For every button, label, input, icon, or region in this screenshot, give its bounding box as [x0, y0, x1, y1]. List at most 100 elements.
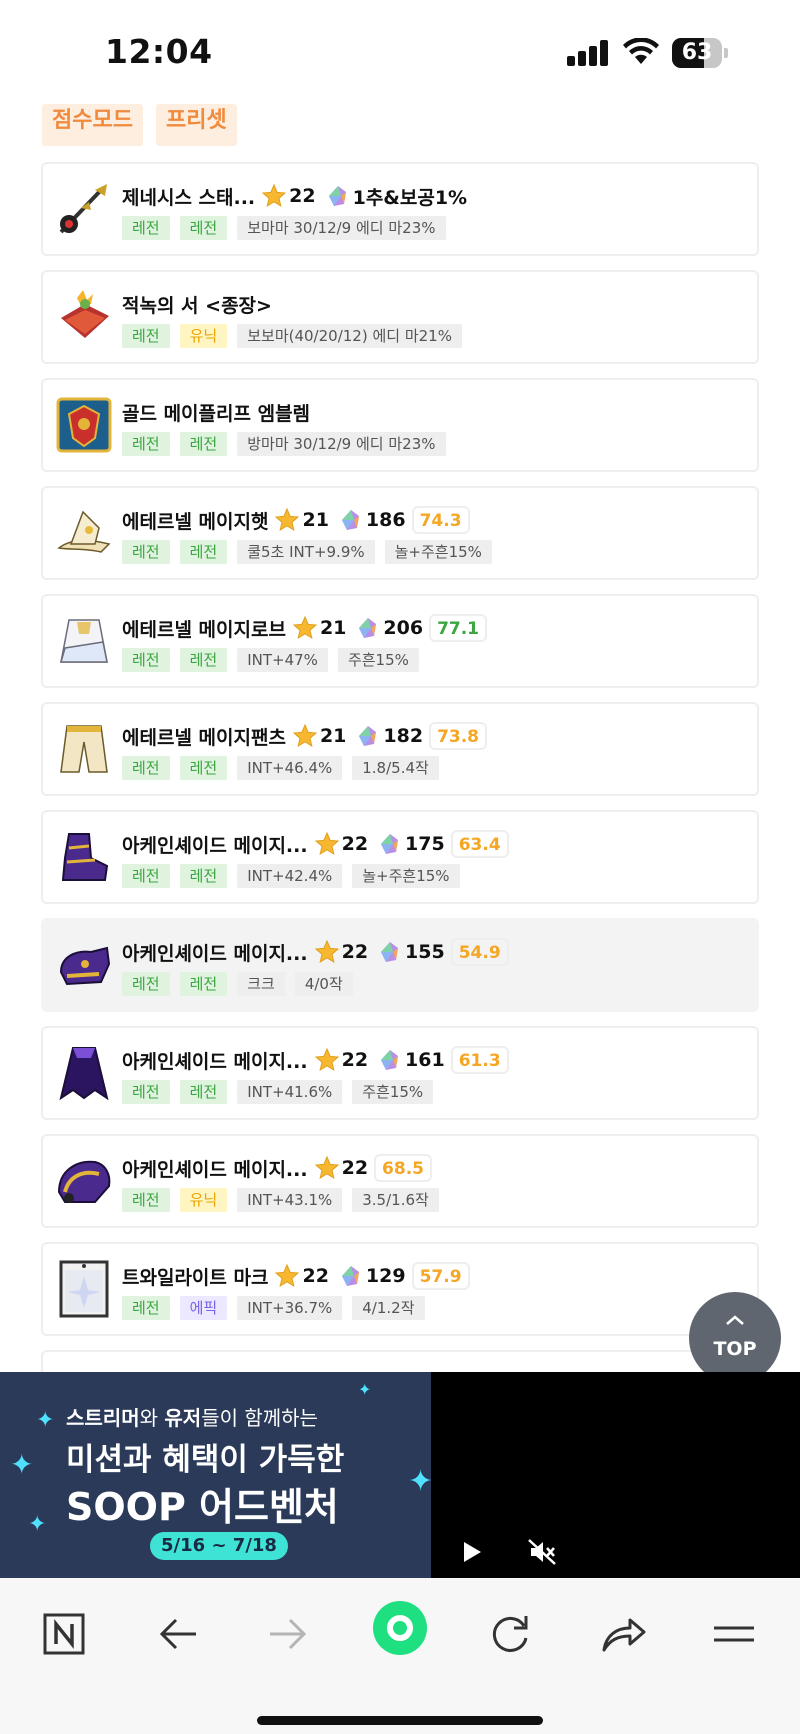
- naver-n-icon[interactable]: [34, 1604, 94, 1664]
- grade-tag-legend: 레전: [179, 432, 228, 456]
- star-icon: [314, 939, 340, 965]
- grade-tag-unique: 유닉: [179, 1188, 228, 1212]
- option-tag: 4/1.2작: [352, 1296, 425, 1320]
- option-tag: 놀+주흔15%: [384, 540, 492, 564]
- item-title-row: 에테르넬 메이지팬츠 21 182 73.8: [122, 721, 488, 751]
- item-name: 에테르넬 메이지로브: [122, 618, 286, 641]
- item-card[interactable]: 에테르넬 메이지팬츠 21 182 73.8 레전 레전 INT+46.4% 1.8/5.4작: [41, 702, 759, 796]
- potential-cube-icon: [339, 1264, 363, 1288]
- item-title-row: 에테르넬 메이지햇 21 186 74.3: [122, 505, 470, 535]
- option-tag: 주흔15%: [337, 648, 419, 672]
- star-icon: [292, 723, 318, 749]
- item-card[interactable]: 에테르넬 메이지로브 21 206 77.1 레전 레전 INT+47% 주흔15%: [41, 594, 759, 688]
- cellular-signal-icon: [567, 40, 609, 66]
- grade-tag-legend: 레전: [122, 1080, 170, 1104]
- option-tag: 크크: [237, 972, 285, 996]
- back-arrow-icon[interactable]: [148, 1604, 208, 1664]
- star-icon: [314, 1155, 340, 1181]
- item-card[interactable]: 아케인셰이드 메이지... 22 161 61.3 레전 레전 INT+41.6% 주흔15%: [41, 1026, 759, 1120]
- item-tag-row: 레전 레전 INT+41.6% 주흔15%: [122, 1080, 443, 1104]
- sparkle-icon: ✦: [36, 1408, 55, 1433]
- option-tag: 주흔15%: [352, 1080, 434, 1104]
- item-card[interactable]: 제네시스 스태... 22 1추&보공1% 레전 레전 보마마 30/12/9 에디 마2…: [41, 162, 759, 256]
- arcane-cape-icon: [55, 1044, 113, 1102]
- arcane-shoes-icon: [55, 828, 113, 886]
- star-icon: [314, 831, 340, 857]
- item-card[interactable]: 트와일라이트 마크 22 129 57.9 레전 에픽 INT+36.7% 4/1.2작: [41, 1242, 759, 1336]
- star-force-count: 22: [341, 1049, 369, 1071]
- potential-value: 182: [383, 725, 424, 747]
- green-home-icon[interactable]: [370, 1598, 430, 1658]
- grade-tag-legend: 레전: [122, 324, 170, 348]
- item-card[interactable]: 아케인셰이드 메이지... 22 175 63.4 레전 레전 INT+42.4% 놀+주흔1…: [41, 810, 759, 904]
- potential-value: 175: [405, 833, 445, 855]
- item-card[interactable]: 적녹의 서 <종장> 레전 유닉 보보마(40/20/12) 에디 마21%: [41, 270, 759, 364]
- reload-icon[interactable]: [480, 1604, 540, 1664]
- home-indicator: [257, 1716, 543, 1725]
- option-tag: 방마마 30/12/9 에디 마23%: [237, 432, 446, 456]
- option-tag: INT+41.6%: [237, 1080, 343, 1104]
- forward-arrow-icon[interactable]: [258, 1604, 318, 1664]
- score-badge: 61.3: [450, 1046, 509, 1074]
- grade-tag-legend: 레전: [179, 540, 228, 564]
- share-icon[interactable]: [592, 1604, 652, 1664]
- play-icon[interactable]: [461, 1540, 483, 1564]
- score-badge: 73.8: [429, 722, 488, 750]
- item-tag-row: 레전 레전 INT+46.4% 1.8/5.4작: [122, 756, 449, 780]
- battery-icon: 63: [672, 38, 728, 68]
- option-tag: INT+47%: [237, 648, 328, 672]
- score-badge: 74.3: [411, 506, 470, 534]
- mage-pants-icon: [55, 720, 113, 778]
- item-tag-row: 레전 유닉 INT+43.1% 3.5/1.6작: [122, 1188, 449, 1212]
- score-badge: 63.4: [450, 830, 509, 858]
- option-tag: INT+46.4%: [237, 756, 343, 780]
- option-tag: INT+43.1%: [237, 1188, 343, 1212]
- item-title-row: 트와일라이트 마크 22 129 57.9: [122, 1261, 470, 1291]
- grade-tag-legend: 레전: [122, 972, 170, 996]
- emblem-icon: [55, 396, 113, 454]
- item-card[interactable]: 아케인셰이드 메이지... 22 155 54.9 레전 레전 크크 4/0작: [41, 918, 759, 1012]
- item-name: 에테르넬 메이지햇: [122, 510, 269, 533]
- star-icon: [292, 615, 318, 641]
- grade-tag-legend: 레전: [122, 648, 170, 672]
- scroll-top-button[interactable]: TOP: [689, 1292, 781, 1384]
- menu-icon[interactable]: [704, 1604, 764, 1664]
- item-card[interactable]: 에테르넬 메이지햇 21 186 74.3 레전 레전 쿨5초 INT+9.9% 놀+주흔15…: [41, 486, 759, 580]
- grade-tag-unique: 유닉: [179, 324, 228, 348]
- item-name: 아케인셰이드 메이지...: [122, 834, 308, 857]
- ad-line3: SOOP 어드벤처: [66, 1485, 339, 1529]
- tab-preset[interactable]: 프리셋: [156, 104, 237, 146]
- potential-cube-icon: [356, 724, 380, 748]
- grade-tag-epic: 에픽: [179, 1296, 228, 1320]
- item-name: 아케인셰이드 메이지...: [122, 942, 308, 965]
- option-tag: 쿨5초 INT+9.9%: [237, 540, 375, 564]
- potential-value: 206: [383, 617, 424, 639]
- grade-tag-legend: 레전: [179, 972, 228, 996]
- grade-tag-legend: 레전: [122, 864, 170, 888]
- item-tag-row: 레전 유닉 보보마(40/20/12) 에디 마21%: [122, 324, 472, 348]
- ad-image[interactable]: ✦ ✦ ✦ ✦ ✦ 스트리머와 유저들이 함께하는 미션과 혜택이 가득한 SO…: [0, 1372, 431, 1578]
- status-bar: 12:04 63: [0, 0, 800, 100]
- battery-percent: 63: [681, 40, 713, 65]
- option-tag: 3.5/1.6작: [352, 1188, 439, 1212]
- item-title-row: 아케인셰이드 메이지... 22 68.5: [122, 1153, 432, 1183]
- item-title-row: 제네시스 스태... 22 1추&보공1%: [122, 181, 467, 211]
- ad-banner[interactable]: ✦ ✦ ✦ ✦ ✦ 스트리머와 유저들이 함께하는 미션과 혜택이 가득한 SO…: [0, 1372, 800, 1578]
- mute-icon[interactable]: [527, 1538, 557, 1566]
- item-card[interactable]: 아케인셰이드 메이지... 22 68.5 레전 유닉 INT+43.1% 3.5/1.6작: [41, 1134, 759, 1228]
- tab-score-mode[interactable]: 점수모드: [42, 104, 143, 146]
- star-force-count: 22: [341, 833, 369, 855]
- item-name: 아케인셰이드 메이지...: [122, 1050, 308, 1073]
- item-card[interactable]: 골드 메이플리프 엠블렘 레전 레전 방마마 30/12/9 에디 마23%: [41, 378, 759, 472]
- star-force-count: 21: [302, 509, 329, 531]
- sparkle-icon: ✦: [10, 1448, 34, 1481]
- grade-tag-legend: 레전: [122, 216, 170, 240]
- grade-tag-legend: 레전: [122, 540, 170, 564]
- option-tag: 1.8/5.4작: [352, 756, 439, 780]
- potential-value: 155: [405, 941, 445, 963]
- potential-cube-icon: [378, 1048, 402, 1072]
- grade-tag-legend: 레전: [179, 648, 228, 672]
- item-name: 에테르넬 메이지팬츠: [122, 726, 286, 749]
- ad-video[interactable]: [431, 1372, 800, 1578]
- sparkle-icon: ✦: [28, 1512, 47, 1537]
